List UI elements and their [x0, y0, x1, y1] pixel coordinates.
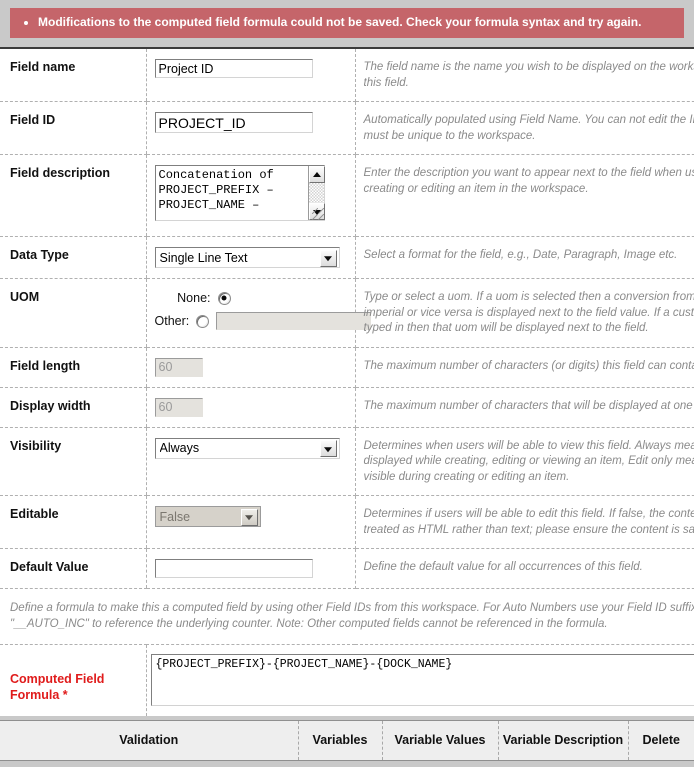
field-id-input[interactable]: [154, 112, 313, 133]
uom-other-input[interactable]: [216, 312, 372, 330]
help-editable: Determines if users will be able to edit…: [363, 508, 694, 536]
row-editable: Editable False Determines if users will …: [0, 495, 694, 549]
label-field-description: Field description: [10, 166, 111, 180]
data-type-select[interactable]: Single Line Text: [154, 247, 340, 268]
help-field-description: Enter the description you want to appear…: [363, 167, 694, 195]
row-data-type: Data Type Single Line Text Select a form…: [0, 236, 694, 279]
default-value-input[interactable]: [154, 559, 313, 578]
field-settings-form: Field name The field name is the name yo…: [0, 47, 694, 716]
help-field-name: The field name is the name you wish to b…: [363, 61, 694, 89]
scroll-up-icon[interactable]: [308, 166, 325, 183]
formula-note-text: Define a formula to make this a computed…: [10, 602, 694, 630]
row-field-description: Field description Concatenation of PROJE…: [0, 154, 694, 237]
row-formula-note: Define a formula to make this a computed…: [0, 588, 694, 645]
row-default-value: Default Value Define the default value f…: [0, 548, 694, 589]
visibility-value: Always: [159, 441, 200, 455]
uom-radio-group: None: Other:: [154, 289, 372, 336]
help-display-width: The maximum number of characters that wi…: [363, 399, 694, 412]
uom-option-other[interactable]: Other:: [154, 312, 372, 330]
help-visibility: Determines when users will be able to vi…: [363, 439, 694, 483]
computed-field-formula-textarea[interactable]: {PROJECT_PREFIX}-{PROJECT_NAME}-{DOCK_NA…: [150, 654, 694, 706]
visibility-select[interactable]: Always: [154, 437, 340, 459]
row-field-length: Field length The maximum number of chara…: [0, 347, 694, 388]
chevron-down-icon[interactable]: [240, 508, 258, 526]
chevron-down-icon[interactable]: [319, 249, 337, 267]
field-settings-table: Field name The field name is the name yo…: [0, 49, 694, 716]
editable-value: False: [159, 509, 191, 524]
scrollbar-track[interactable]: [308, 183, 324, 203]
field-name-input[interactable]: [154, 59, 313, 78]
help-field-id: Automatically populated using Field Name…: [363, 114, 694, 142]
label-display-width: Display width: [10, 398, 91, 413]
help-field-length: The maximum number of characters (or dig…: [363, 359, 694, 372]
error-banner-message: Modifications to the computed field form…: [38, 15, 674, 30]
banner-spacer: [0, 38, 694, 47]
bottom-section: Validation Variables Variable Values Var…: [0, 716, 694, 761]
column-header-variable-description[interactable]: Variable Description: [498, 720, 629, 761]
column-header-delete[interactable]: Delete: [628, 721, 694, 761]
resize-handle-icon[interactable]: [311, 208, 324, 220]
uom-option-none[interactable]: None:: [155, 291, 347, 305]
column-header-validation[interactable]: Validation: [0, 720, 299, 761]
uom-other-label: Other:: [154, 314, 190, 328]
validation-variables-header: Validation Variables Variable Values Var…: [0, 720, 694, 761]
label-visibility: Visibility: [10, 438, 62, 453]
field-description-wrapper: Concatenation of PROJECT_PREFIX – PROJEC…: [154, 165, 325, 221]
table-header-row: Validation Variables Variable Values Var…: [0, 720, 694, 761]
data-type-value: Single Line Text: [159, 250, 248, 265]
editable-select[interactable]: False: [154, 506, 261, 527]
radio-other-icon[interactable]: [196, 314, 210, 328]
column-header-variables[interactable]: Variables: [298, 720, 383, 761]
field-description-textarea[interactable]: Concatenation of PROJECT_PREFIX – PROJEC…: [154, 165, 325, 221]
label-computed-field-formula: Computed Field Formula *: [10, 672, 105, 702]
radio-none-icon[interactable]: [217, 291, 231, 305]
column-header-variable-values[interactable]: Variable Values: [382, 720, 499, 761]
row-field-name: Field name The field name is the name yo…: [0, 49, 694, 102]
display-width-input[interactable]: [154, 397, 203, 417]
label-field-length: Field length: [10, 358, 81, 373]
row-computed-field-formula: Computed Field Formula * {PROJECT_PREFIX…: [0, 645, 694, 717]
chevron-down-icon[interactable]: [319, 440, 337, 457]
row-display-width: Display width The maximum number of char…: [0, 387, 694, 428]
label-editable: Editable: [10, 507, 59, 521]
label-uom: UOM: [10, 290, 40, 304]
label-default-value: Default Value: [10, 560, 89, 574]
help-data-type: Select a format for the field, e.g., Dat…: [363, 249, 678, 261]
row-field-id: Field ID Automatically populated using F…: [0, 101, 694, 155]
label-field-id: Field ID: [10, 113, 56, 127]
help-default-value: Define the default value for all occurre…: [363, 561, 643, 573]
help-uom: Type or select a uom. If a uom is select…: [363, 291, 694, 334]
label-data-type: Data Type: [10, 248, 69, 262]
label-field-name: Field name: [10, 60, 76, 74]
uom-none-label: None:: [177, 291, 211, 305]
row-uom: UOM None: Other: Type or select a uom. I…: [0, 278, 694, 348]
banner-region: Modifications to the computed field form…: [0, 0, 694, 38]
error-banner: Modifications to the computed field form…: [10, 8, 684, 38]
row-visibility: Visibility Always Determines when users …: [0, 427, 694, 496]
field-length-input[interactable]: [154, 357, 203, 377]
